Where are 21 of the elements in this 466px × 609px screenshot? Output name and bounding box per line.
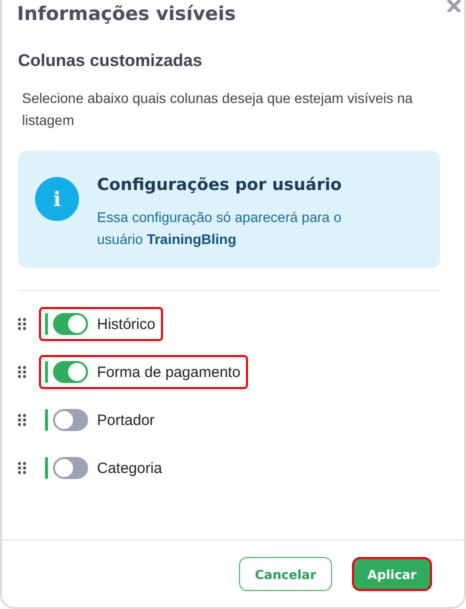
toggle-switch[interactable] (53, 313, 88, 335)
cancel-button[interactable]: Cancelar (239, 557, 332, 591)
drag-handle-icon[interactable] (18, 462, 26, 474)
column-label: Forma de pagamento (97, 364, 240, 380)
toggle-switch[interactable] (53, 409, 88, 431)
drag-handle-icon[interactable] (18, 414, 26, 426)
column-label: Histórico (97, 316, 156, 332)
column-label: Categoria (97, 460, 162, 476)
info-text: Essa configuração só aparecerá para o usuário TrainingBling (97, 208, 342, 249)
drag-handle-icon[interactable] (18, 318, 26, 330)
apply-button[interactable]: Aplicar (352, 557, 432, 591)
drag-handle-icon[interactable] (18, 366, 26, 378)
info-icon: i (35, 177, 79, 221)
dialog-title: Informações visíveis (17, 3, 236, 25)
info-title: Configurações por usuário (97, 175, 343, 194)
column-label: Portador (97, 412, 155, 428)
toggle-switch[interactable] (53, 361, 88, 383)
section-title: Colunas customizadas (18, 51, 204, 71)
close-button[interactable] (447, 0, 461, 12)
description: Selecione abaixo quais colunas deseja que estejam visíveis na listagem (22, 89, 414, 130)
toggle-switch[interactable] (53, 457, 88, 479)
